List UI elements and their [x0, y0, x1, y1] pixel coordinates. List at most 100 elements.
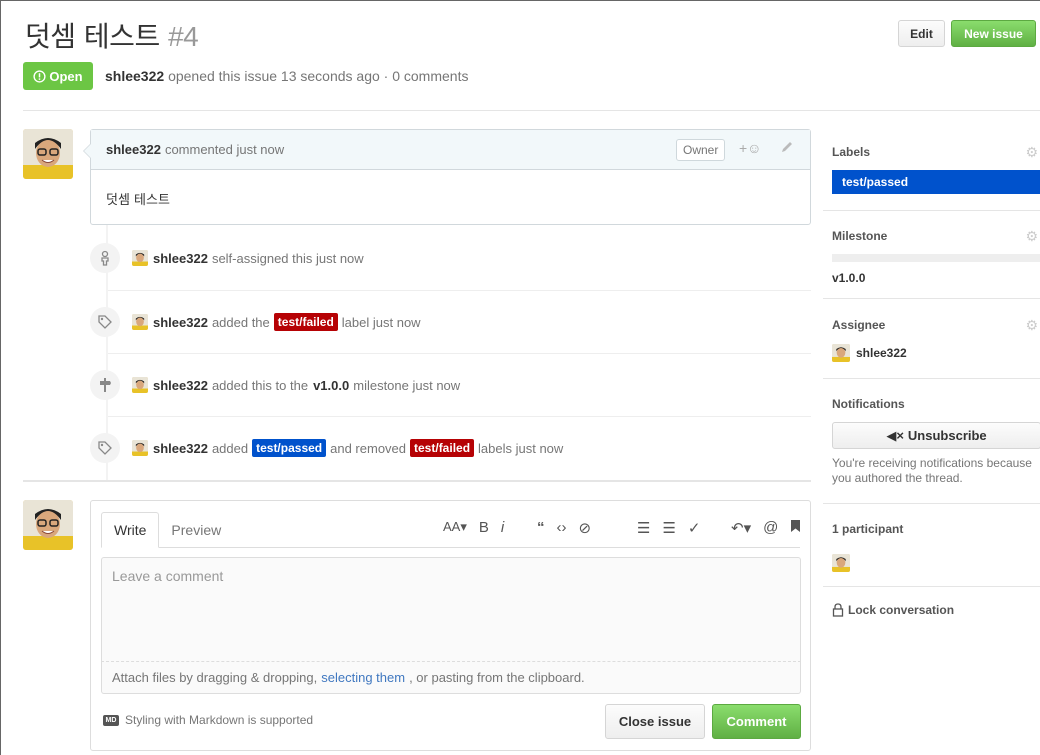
participants-section: 1 participant — [832, 521, 1040, 536]
event-text: shlee322 added test/passed and removed t… — [132, 439, 563, 457]
mention-icon[interactable]: @ — [763, 519, 778, 537]
avatar[interactable] — [23, 129, 73, 179]
attach-text-pre: Attach files by dragging & dropping, — [112, 670, 318, 685]
event-desc-mid: and removed — [330, 440, 407, 456]
timeline-event: shlee322 added test/passed and removed t… — [90, 433, 810, 463]
comment-textarea[interactable]: Leave a comment — [101, 557, 801, 661]
code-icon[interactable]: ‹› — [557, 519, 567, 537]
tag-icon — [90, 307, 120, 337]
lock-conversation-link[interactable]: Lock conversation — [832, 603, 954, 617]
event-desc-post: milestone just now — [353, 377, 461, 393]
comment-header: shlee322 commented just now Owner +☺ — [91, 130, 810, 170]
new-issue-button[interactable]: New issue — [951, 20, 1036, 47]
label-badge[interactable]: test/failed — [273, 313, 338, 331]
gear-icon[interactable]: ⚙ — [1025, 228, 1038, 245]
bookmark-icon[interactable] — [790, 519, 801, 537]
avatar[interactable] — [832, 554, 850, 572]
new-comment-form: Write Preview AA▾ B i “ ‹› ⊘ ☰ ☰ ✓ ↶▾ @ … — [90, 500, 811, 751]
sidebar-label[interactable]: test/passed — [832, 170, 1040, 194]
owner-badge: Owner — [676, 139, 726, 161]
event-divider — [108, 353, 811, 354]
comment-author-link[interactable]: shlee322 — [106, 142, 161, 157]
gear-icon[interactable]: ⚙ — [1025, 144, 1038, 161]
label-badge[interactable]: test/passed — [252, 439, 327, 457]
comment-time[interactable]: commented just now — [165, 142, 284, 157]
italic-icon[interactable]: i — [501, 519, 504, 536]
gear-icon[interactable]: ⚙ — [1025, 317, 1038, 334]
timeline-event: shlee322 added this to the v1.0.0 milest… — [90, 370, 810, 400]
issue-number: #4 — [168, 21, 199, 52]
event-divider — [108, 416, 811, 417]
participants-title: 1 participant — [832, 522, 904, 536]
avatar — [832, 344, 850, 362]
milestone-link[interactable]: v1.0.0 — [313, 378, 349, 393]
add-reaction-icon[interactable]: +☺ — [739, 140, 761, 156]
event-text: shlee322 self-assigned this just now — [132, 250, 364, 266]
avatar[interactable] — [23, 500, 73, 550]
person-icon — [90, 243, 120, 273]
quote-icon[interactable]: “ — [537, 519, 545, 537]
issue-meta-text: opened this issue 13 seconds ago · 0 com… — [168, 68, 469, 84]
comment-button[interactable]: Comment — [712, 704, 801, 739]
unordered-list-icon[interactable]: ☰ — [637, 519, 650, 537]
reply-icon[interactable]: ↶▾ — [731, 519, 751, 537]
header-icon[interactable]: AA▾ — [443, 519, 467, 536]
comment-body: 덧셈 테스트 — [106, 193, 170, 208]
unsubscribe-label: Unsubscribe — [907, 428, 987, 443]
markdown-note: MD Styling with Markdown is supported — [103, 713, 313, 727]
issue-title: 덧셈 테스트 #4 — [25, 15, 199, 55]
tab-preview[interactable]: Preview — [159, 512, 233, 548]
notifications-section: Notifications — [832, 396, 1040, 411]
event-text: shlee322 added the test/failed label jus… — [132, 313, 421, 331]
editor-tabs: Write Preview — [101, 512, 233, 548]
link-icon[interactable]: ⊘ — [579, 519, 592, 537]
close-issue-button[interactable]: Close issue — [605, 704, 705, 739]
event-desc: added this to the — [211, 377, 309, 393]
timeline-event: shlee322 self-assigned this just now — [90, 243, 810, 273]
task-list-icon[interactable]: ✓ — [688, 519, 701, 537]
milestone-name[interactable]: v1.0.0 — [832, 271, 865, 285]
avatar[interactable] — [132, 314, 148, 330]
event-actor-link[interactable]: shlee322 — [153, 378, 208, 393]
header-divider — [23, 110, 1040, 111]
milestone-title: Milestone — [832, 229, 888, 243]
unsubscribe-button[interactable]: ◀× Unsubscribe — [832, 422, 1040, 449]
avatar[interactable] — [132, 377, 148, 393]
attach-files-bar[interactable]: Attach files by dragging & dropping, sel… — [101, 661, 801, 694]
labels-section: Labels ⚙ — [832, 144, 1040, 161]
event-actor-link[interactable]: shlee322 — [153, 441, 208, 456]
issue-author-link[interactable]: shlee322 — [105, 68, 164, 84]
milestone-section: Milestone ⚙ — [832, 228, 1040, 245]
assignee-name: shlee322 — [856, 346, 907, 360]
milestone-progress — [832, 254, 1040, 262]
markdown-link[interactable]: Styling with Markdown is supported — [125, 713, 313, 727]
status-badge: Open — [23, 62, 93, 90]
toolbar-format: AA▾ B i — [443, 519, 504, 536]
avatar[interactable] — [132, 250, 148, 266]
assignee-section: Assignee ⚙ — [832, 317, 1040, 334]
lock-label: Lock conversation — [848, 603, 955, 617]
selecting-them-link[interactable]: selecting them — [321, 670, 405, 685]
issue-meta: shlee322 opened this issue 13 seconds ag… — [105, 68, 468, 84]
ordered-list-icon[interactable]: ☰ — [662, 519, 675, 537]
event-actor-link[interactable]: shlee322 — [153, 315, 208, 330]
tag-icon — [90, 433, 120, 463]
markdown-icon: MD — [103, 714, 119, 726]
label-badge[interactable]: test/failed — [410, 439, 475, 457]
bold-icon[interactable]: B — [479, 519, 489, 536]
sidebar-divider — [823, 503, 1040, 504]
timeline-event: shlee322 added the test/failed label jus… — [90, 307, 810, 337]
pencil-icon[interactable] — [780, 140, 794, 157]
avatar[interactable] — [132, 440, 148, 456]
comment-arrow-inner — [84, 144, 91, 158]
attach-text-post: , or pasting from the clipboard. — [409, 670, 585, 685]
event-actor-link[interactable]: shlee322 — [153, 251, 208, 266]
event-desc: added the — [211, 314, 270, 330]
milestone-icon — [90, 370, 120, 400]
assignee-item[interactable]: shlee322 — [832, 344, 907, 362]
issue-title-text: 덧셈 테스트 — [25, 20, 160, 53]
issue-page: 덧셈 테스트 #4 Edit New issue Open shlee322 o… — [0, 0, 1040, 755]
tab-write[interactable]: Write — [101, 512, 160, 548]
edit-button[interactable]: Edit — [898, 20, 945, 47]
toolbar-insert: “ ‹› ⊘ — [537, 519, 591, 537]
